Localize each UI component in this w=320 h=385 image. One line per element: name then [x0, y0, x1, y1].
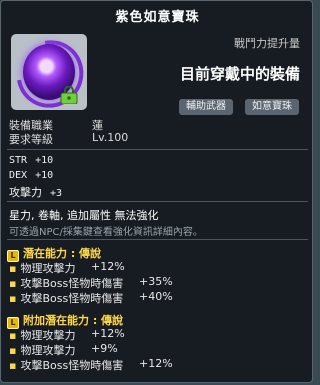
stat-name: STR [9, 155, 28, 166]
additional-potential-line: ▪ 攻擊Boss怪物時傷害 +12% [9, 357, 173, 373]
potential-value: +12% [91, 260, 125, 273]
stat-attack: 攻擊力 +3 [9, 184, 62, 200]
level-row: 要求等級 Lv.100 [9, 131, 128, 147]
divider [7, 201, 308, 202]
potential-label: 攻擊Boss怪物時傷害 [20, 277, 124, 290]
additional-potential-line: ▪ 物理攻擊力 +9% [9, 342, 118, 358]
potential-label: 攻擊Boss怪物時傷害 [20, 359, 124, 372]
divider [7, 149, 308, 150]
stat-str: STR +10 [9, 155, 53, 166]
stat-dex: DEX +10 [9, 170, 53, 181]
potential-line: ▪ 攻擊Boss怪物時傷害 +35% [9, 275, 173, 291]
enhance-restriction: 星力, 卷軸, 追加屬性 無法強化 [9, 209, 159, 222]
potential-value: +40% [139, 290, 173, 303]
potential-value: +12% [91, 327, 125, 340]
stat-name: DEX [9, 170, 28, 181]
potential-label: 物理攻擊力 [20, 262, 76, 275]
potential-label: 物理攻擊力 [20, 329, 76, 342]
item-title: 紫色如意寶珠 [115, 10, 200, 25]
potential-line: ▪ 物理攻擊力 +12% [9, 260, 125, 276]
bullet-icon: ▪ [9, 329, 17, 342]
lock-icon [60, 86, 78, 104]
combat-power-label: 戰鬥力提升量 [234, 37, 300, 50]
potential-value: +12% [139, 357, 173, 370]
equipped-indicator: 目前穿戴中的裝備 [179, 65, 300, 83]
enhance-hint: 可透過NPC/採集鍵查看強化資訊詳細內容。 [9, 227, 203, 238]
bullet-icon: ▪ [9, 262, 17, 275]
potential-label: 攻擊Boss怪物時傷害 [20, 292, 124, 305]
tag-secondary-weapon: 輔助武器 [179, 99, 233, 115]
potential-header-text: 潛在能力 : 傳說 [23, 247, 102, 260]
potential-line: ▪ 攻擊Boss怪物時傷害 +40% [9, 290, 173, 306]
stat-value: +10 [35, 170, 54, 181]
level-label: 要求等級 [9, 133, 53, 146]
tag-item-type: 如意寶珠 [245, 99, 299, 115]
additional-potential-header-text: 附加潛在能力 : 傳說 [23, 314, 124, 327]
item-tooltip: 紫色如意寶珠 戰鬥力提升量 目前穿戴中的裝備 輔助武器 如意寶珠 裝備職業 蓮 … [0, 0, 313, 383]
item-icon-frame [3, 27, 97, 121]
potential-value: +35% [139, 275, 173, 288]
potential-label: 物理攻擊力 [20, 344, 76, 357]
potential-value: +9% [91, 342, 118, 355]
stat-value: +3 [50, 188, 63, 199]
additional-potential-line: ▪ 物理攻擊力 +12% [9, 327, 125, 343]
bullet-icon: ▪ [9, 277, 17, 290]
divider [7, 239, 308, 240]
bullet-icon: ▪ [9, 292, 17, 305]
level-value: Lv.100 [92, 131, 129, 144]
stat-name: 攻擊力 [9, 186, 42, 199]
bullet-icon: ▪ [9, 359, 17, 372]
stat-value: +10 [35, 155, 54, 166]
bullet-icon: ▪ [9, 344, 17, 357]
